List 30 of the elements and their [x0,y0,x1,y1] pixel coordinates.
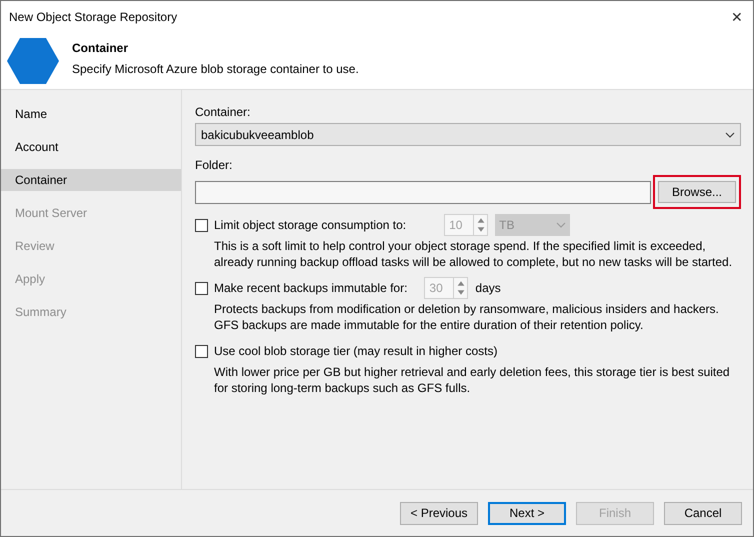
up-arrow-icon [454,279,467,288]
chevron-down-icon [725,132,735,138]
option-description: With lower price per GB but higher retrieval and early deletion fees, this storage tier is best suited for storing long-term backups such as GFS fulls. [214,364,731,396]
header-title: Container [72,40,130,56]
wizard-button[interactable]: Cancel [664,502,742,524]
checkbox-label[interactable]: Use cool blob storage tier (may result in higher costs) [214,342,498,360]
checkbox[interactable] [195,218,208,232]
option-description: Protects backups from modification or deletion by ransomware, malicious insiders and hackers. GFS backups are made immutable for the entire duration of their retention policy. [214,301,720,333]
folder-field[interactable] [195,180,651,204]
wizard-button[interactable]: Next > [488,502,566,524]
container-dropdown[interactable]: bakicubukveeamblob [195,123,741,146]
wizard-button[interactable]: < Previous [400,502,478,524]
wizard-step[interactable]: Container [1,169,181,191]
checkbox-label[interactable]: Limit object storage consumption to: [214,216,406,234]
hexagon-icon [7,38,59,84]
unit-label: days [475,280,501,297]
wizard-step[interactable]: Name [1,103,181,125]
header-subtitle: Specify Microsoft Azure blob storage container to use. [72,60,359,78]
window-title: New Object Storage Repository [9,9,178,26]
up-arrow-icon [474,216,487,225]
checkbox-label[interactable]: Make recent backups immutable for: [214,279,408,297]
option-description: This is a soft limit to help control your object storage spend. If the specified limit is exceeded, already running backup offload tasks will be allowed to complete, but no new tasks will be started. [214,238,734,270]
chevron-down-icon [556,222,566,228]
checkbox[interactable] [195,282,208,294]
folder-label: Folder: [195,157,234,174]
close-button[interactable]: ✕ [731,6,743,28]
container-label: Container: [195,104,252,121]
wizard-step[interactable]: Account [1,136,181,158]
checkbox[interactable] [195,344,208,358]
browse-button[interactable]: Browse... [658,181,736,203]
